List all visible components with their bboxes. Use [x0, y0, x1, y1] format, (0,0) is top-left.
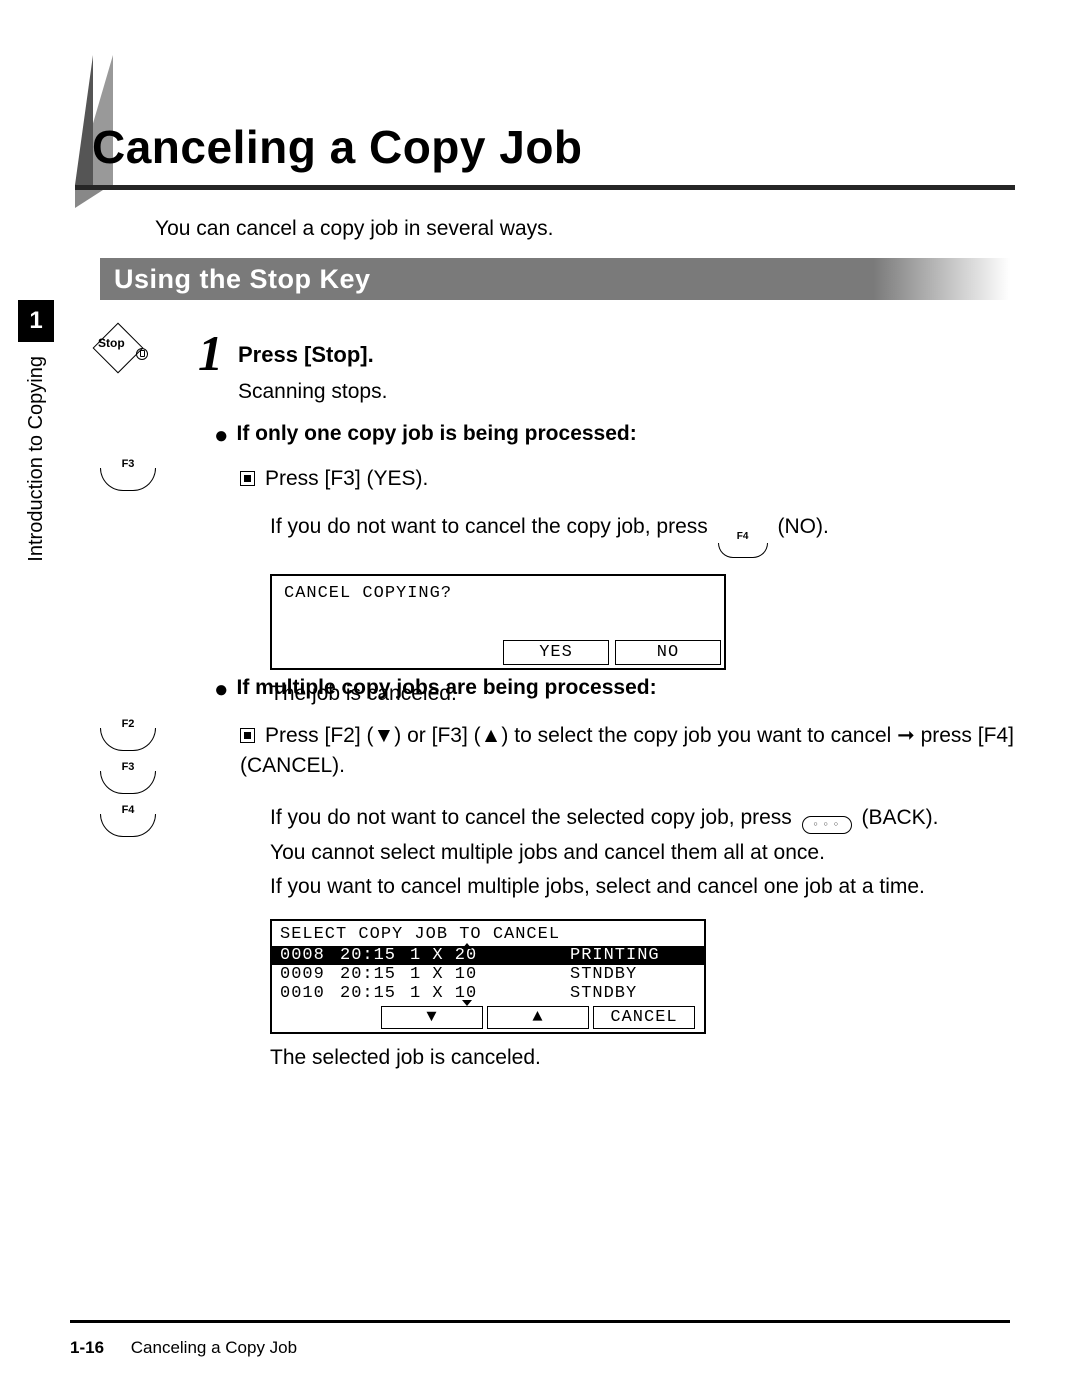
job-status: STNDBY	[570, 984, 696, 1003]
footer-rule	[70, 1320, 1010, 1323]
lcd-cancel-dialog: CANCEL COPYING? YES NO	[270, 574, 726, 670]
job-qty: 1 X 20	[410, 946, 570, 965]
page-number: 1-16	[70, 1338, 104, 1357]
job-time: 20:15	[340, 946, 410, 965]
lcd-down-button: ▼	[381, 1006, 483, 1029]
footer-title: Canceling a Copy Job	[131, 1338, 297, 1357]
lcd-message: CANCEL COPYING?	[272, 576, 724, 637]
banner-triangle-dark	[75, 55, 93, 185]
lcd-job-row: 0008 20:15 1 X 20 PRINTING	[272, 946, 704, 965]
lcd-job-row: 0009 20:15 1 X 10 STNDBY	[272, 965, 704, 984]
lcd-no-button: NO	[615, 640, 721, 665]
lcd-job-row: 0010 20:15 1 X 10 STNDBY	[272, 984, 704, 1003]
case-single-note: If you do not want to cancel the copy jo…	[270, 512, 1014, 558]
note-text-b: (NO).	[777, 515, 828, 538]
banner-rule	[75, 185, 1015, 190]
job-id: 0010	[280, 984, 340, 1003]
f3-key-icon: F3	[100, 458, 156, 491]
case-multiple-heading-text: If multiple copy jobs are being processe…	[237, 676, 657, 699]
step-1: 1 Press [Stop]. Scanning stops.	[198, 328, 1008, 404]
banner-tail	[75, 190, 103, 208]
footer: 1-16 Canceling a Copy Job	[70, 1338, 297, 1358]
fkey-stack: F2 F3 F4	[100, 718, 156, 837]
f2-key-icon: F2	[100, 718, 156, 751]
lcd-list-title: SELECT COPY JOB TO CANCEL	[272, 921, 704, 946]
job-status: PRINTING	[570, 946, 696, 965]
case-single: ●If only one copy job is being processed…	[214, 422, 1014, 706]
back-inline-icon: ○ ○ ○	[802, 816, 852, 834]
lcd-yes-button: YES	[503, 640, 609, 665]
step-number: 1	[198, 324, 223, 382]
chapter-number: 1	[18, 300, 54, 342]
page-title: Canceling a Copy Job	[92, 120, 583, 174]
case-single-heading-text: If only one copy job is being processed:	[237, 422, 637, 445]
case-multiple-note-1: If you do not want to cancel the selecte…	[270, 803, 1014, 834]
note1-b: (BACK).	[862, 806, 939, 829]
section-heading-text: Using the Stop Key	[114, 264, 371, 295]
note1-a: If you do not want to cancel the selecte…	[270, 806, 798, 829]
case-multiple-note-2: You cannot select multiple jobs and canc…	[270, 838, 1014, 868]
stop-key-icon: Stop	[100, 330, 136, 369]
bullet-icon	[240, 471, 255, 486]
lcd-job-list: SELECT COPY JOB TO CANCEL 0008 20:15 1 X…	[270, 919, 706, 1034]
case-multiple: ●If multiple copy jobs are being process…	[214, 676, 1014, 1070]
step-body: Scanning stops.	[238, 380, 1008, 404]
side-tab: 1 Introduction to Copying	[18, 300, 54, 562]
job-status: STNDBY	[570, 965, 696, 984]
case-single-action-text: Press [F3] (YES).	[265, 467, 428, 490]
job-time: 20:15	[340, 965, 410, 984]
step-heading: Press [Stop].	[238, 342, 1008, 368]
job-qty: 1 X 10	[410, 965, 570, 984]
case-multiple-note-3: If you want to cancel multiple jobs, sel…	[270, 872, 1014, 902]
case-multiple-action-text: Press [F2] (▼) or [F3] (▲) to select the…	[240, 724, 1014, 777]
job-qty: 1 X 10	[410, 984, 570, 1003]
job-time: 20:15	[340, 984, 410, 1003]
f4-key-icon: F4	[100, 804, 156, 837]
job-id: 0008	[280, 946, 340, 965]
chapter-label: Introduction to Copying	[25, 356, 48, 562]
case-multiple-heading: ●If multiple copy jobs are being process…	[214, 676, 1014, 700]
lcd-up-button: ▲	[487, 1006, 589, 1029]
intro-text: You can cancel a copy job in several way…	[155, 217, 553, 241]
f4-inline-icon: F4	[718, 530, 768, 558]
case-multiple-conclusion: The selected job is canceled.	[270, 1046, 1014, 1070]
page-banner: Canceling a Copy Job	[75, 55, 1015, 185]
lcd-cancel-button: CANCEL	[593, 1006, 695, 1029]
section-heading: Using the Stop Key	[100, 258, 1010, 300]
case-multiple-action: Press [F2] (▼) or [F3] (▲) to select the…	[240, 721, 1014, 782]
job-id: 0009	[280, 965, 340, 984]
case-single-heading: ●If only one copy job is being processed…	[214, 422, 1014, 446]
bullet-icon	[240, 728, 255, 743]
case-single-action: Press [F3] (YES).	[240, 467, 1014, 491]
f3-key-icon-2: F3	[100, 761, 156, 794]
note-text-a: If you do not want to cancel the copy jo…	[270, 515, 714, 538]
